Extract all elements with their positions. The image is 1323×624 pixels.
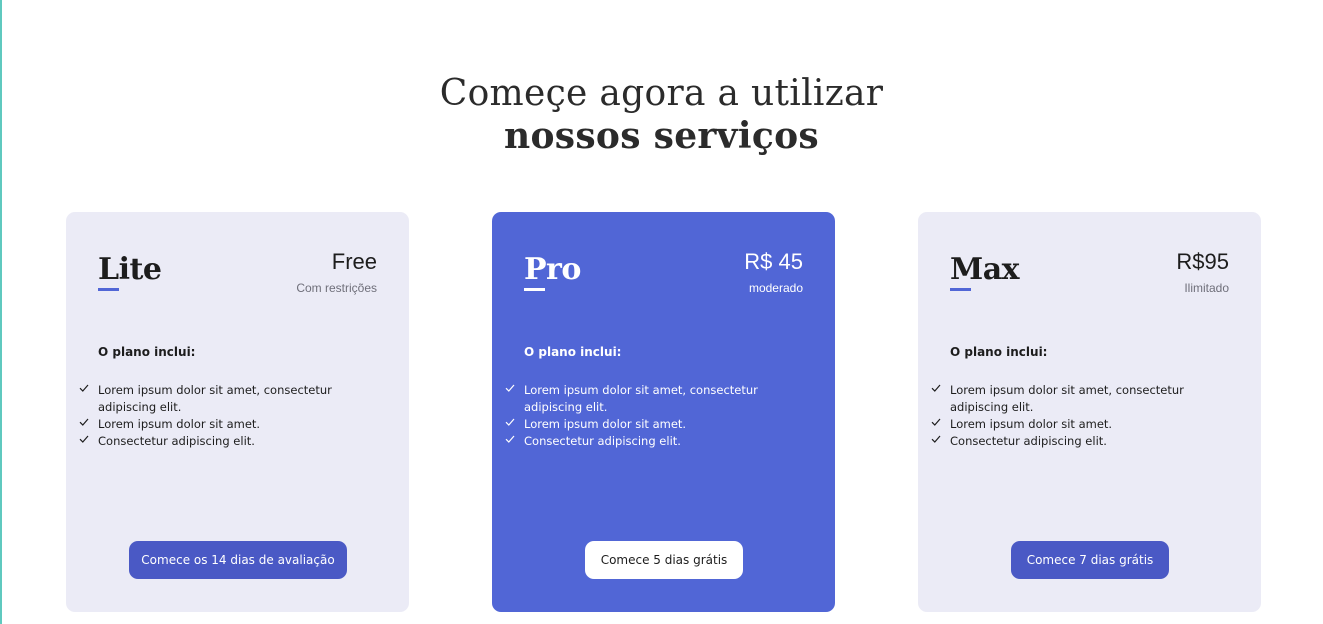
plan-name-underline bbox=[524, 288, 545, 291]
plan-feature-item: Lorem ipsum dolor sit amet. bbox=[504, 416, 784, 433]
plan-price-note: Ilimitado bbox=[1184, 281, 1229, 295]
plan-feature-text: Lorem ipsum dolor sit amet. bbox=[950, 417, 1113, 431]
plan-feature-list: Lorem ipsum dolor sit amet, consectetur … bbox=[930, 382, 1210, 450]
check-icon bbox=[931, 418, 941, 426]
check-icon bbox=[79, 418, 89, 426]
plan-feature-item: Lorem ipsum dolor sit amet, consectetur … bbox=[504, 382, 784, 416]
plan-price: Free bbox=[331, 249, 377, 274]
plan-feature-item: Consectetur adipiscing elit. bbox=[78, 433, 358, 450]
check-icon bbox=[505, 384, 515, 392]
plan-feature-text: Lorem ipsum dolor sit amet. bbox=[524, 417, 687, 431]
plan-name: Pro bbox=[524, 252, 581, 287]
plan-card-lite: Lite Free Com restrições O plano inclui:… bbox=[66, 212, 409, 612]
plan-name-underline bbox=[950, 288, 971, 291]
plan-feature-text: Consectetur adipiscing elit. bbox=[950, 434, 1107, 448]
heading-line-1: Começe agora a utilizar bbox=[439, 73, 884, 114]
plan-feature-text: Consectetur adipiscing elit. bbox=[524, 434, 681, 448]
plan-price-note: Com restrições bbox=[296, 281, 377, 295]
plan-feature-item: Lorem ipsum dolor sit amet, consectetur … bbox=[78, 382, 358, 416]
check-icon bbox=[505, 435, 515, 443]
plan-feature-item: Lorem ipsum dolor sit amet. bbox=[78, 416, 358, 433]
plan-price: R$ 45 bbox=[744, 249, 803, 274]
plan-name-underline bbox=[98, 288, 119, 291]
plan-feature-list: Lorem ipsum dolor sit amet, consectetur … bbox=[504, 382, 784, 450]
plan-feature-item: Lorem ipsum dolor sit amet, consectetur … bbox=[930, 382, 1210, 416]
start-trial-button-lite[interactable]: Comece os 14 dias de avaliação bbox=[129, 541, 347, 579]
section-heading: Começe agora a utilizar nossos serviços bbox=[0, 72, 1323, 158]
plan-includes-label: O plano inclui: bbox=[950, 345, 1048, 359]
plan-name: Lite bbox=[98, 252, 162, 287]
plan-card-pro: Pro R$ 45 moderado O plano inclui: Lorem… bbox=[492, 212, 835, 612]
plan-card-max: Max R$95 Ilimitado O plano inclui: Lorem… bbox=[918, 212, 1261, 612]
plan-price: R$95 bbox=[1176, 249, 1229, 274]
plan-feature-text: Lorem ipsum dolor sit amet, consectetur … bbox=[98, 383, 332, 414]
plan-feature-item: Consectetur adipiscing elit. bbox=[504, 433, 784, 450]
plan-feature-item: Lorem ipsum dolor sit amet. bbox=[930, 416, 1210, 433]
plan-feature-list: Lorem ipsum dolor sit amet, consectetur … bbox=[78, 382, 358, 450]
start-trial-button-max[interactable]: Comece 7 dias grátis bbox=[1011, 541, 1169, 579]
plan-price-note: moderado bbox=[748, 281, 803, 295]
plan-includes-label: O plano inclui: bbox=[98, 345, 196, 359]
plan-feature-text: Lorem ipsum dolor sit amet, consectetur … bbox=[524, 383, 758, 414]
check-icon bbox=[505, 418, 515, 426]
plan-feature-text: Consectetur adipiscing elit. bbox=[98, 434, 255, 448]
check-icon bbox=[931, 384, 941, 392]
start-trial-button-pro[interactable]: Comece 5 dias grátis bbox=[585, 541, 743, 579]
plan-name: Max bbox=[950, 252, 1020, 287]
plan-includes-label: O plano inclui: bbox=[524, 345, 622, 359]
check-icon bbox=[79, 435, 89, 443]
check-icon bbox=[931, 435, 941, 443]
check-icon bbox=[79, 384, 89, 392]
plan-feature-text: Lorem ipsum dolor sit amet. bbox=[98, 417, 261, 431]
plan-feature-text: Lorem ipsum dolor sit amet, consectetur … bbox=[950, 383, 1184, 414]
heading-line-2: nossos serviços bbox=[504, 115, 819, 157]
plan-feature-item: Consectetur adipiscing elit. bbox=[930, 433, 1210, 450]
